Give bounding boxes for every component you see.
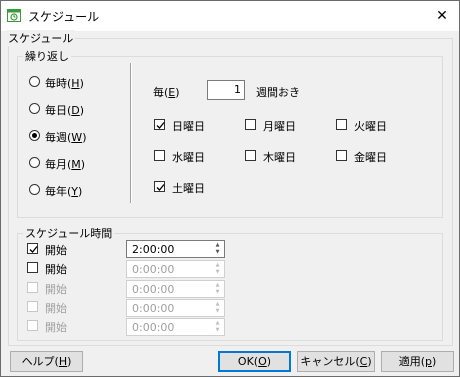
apply-button[interactable]: 適用(p) xyxy=(381,351,454,372)
start-checkbox-2[interactable] xyxy=(27,262,38,273)
calendar-icon xyxy=(7,8,21,22)
radio-hourly-label[interactable]: 毎時(H) xyxy=(45,75,84,91)
time-spinner-5: ▲ ▼ xyxy=(212,320,223,334)
start-checkbox-4 xyxy=(27,301,38,312)
time-spinner-1[interactable]: ▲ ▼ xyxy=(212,242,223,256)
label-thursday[interactable]: 木曜日 xyxy=(263,149,296,165)
checkbox-saturday[interactable] xyxy=(154,181,165,192)
label-saturday[interactable]: 土曜日 xyxy=(172,180,205,196)
help-button[interactable]: ヘルプ(H) xyxy=(10,351,83,372)
spin-down-icon: ▼ xyxy=(215,269,220,275)
title-bar: スケジュール ✕ xyxy=(1,1,459,31)
start-checkbox-3 xyxy=(27,282,38,293)
cancel-button[interactable]: キャンセル(C) xyxy=(297,351,375,372)
checkbox-monday[interactable] xyxy=(245,119,256,130)
time-spinner-2[interactable]: ▲ ▼ xyxy=(212,262,223,276)
spin-up-icon: ▲ xyxy=(215,242,220,248)
radio-weekly-label[interactable]: 毎週(W) xyxy=(45,129,86,145)
radio-yearly-label[interactable]: 毎年(Y) xyxy=(45,183,82,199)
repeat-group-label: 繰り返し xyxy=(23,48,71,64)
spin-down-icon: ▼ xyxy=(215,289,220,295)
spin-up-icon: ▲ xyxy=(215,262,220,268)
radio-yearly[interactable] xyxy=(29,184,40,195)
close-icon: ✕ xyxy=(436,8,448,24)
vertical-separator xyxy=(130,63,132,203)
radio-monthly-label[interactable]: 毎月(M) xyxy=(45,156,85,172)
radio-monthly[interactable] xyxy=(29,157,40,168)
schedule-dialog: スケジュール ✕ スケジュール 繰り返し 毎時(H) 毎日(D) 毎週(W) 毎… xyxy=(0,0,460,377)
spin-down-icon: ▼ xyxy=(215,249,220,255)
label-friday[interactable]: 金曜日 xyxy=(354,149,387,165)
start-label-2[interactable]: 開始 xyxy=(45,261,67,277)
time-input-1[interactable]: 2:00:00 ▲ ▼ xyxy=(126,240,225,258)
radio-daily[interactable] xyxy=(29,103,40,114)
start-checkbox-1[interactable] xyxy=(27,243,38,254)
ok-button[interactable]: OK(O) xyxy=(218,351,291,372)
checkbox-sunday[interactable] xyxy=(154,119,165,130)
time-group-label: スケジュール時間 xyxy=(23,225,115,241)
check-icon xyxy=(156,184,165,191)
window-title: スケジュール xyxy=(28,10,100,24)
spin-up-icon: ▲ xyxy=(215,282,220,288)
close-button[interactable]: ✕ xyxy=(431,5,453,27)
radio-hourly[interactable] xyxy=(29,76,40,87)
every-label: 毎(E) xyxy=(153,86,180,99)
time-spinner-3: ▲ ▼ xyxy=(212,282,223,296)
time-group xyxy=(17,233,443,341)
start-label-4: 開始 xyxy=(45,302,67,315)
label-monday[interactable]: 月曜日 xyxy=(263,118,296,134)
start-label-5: 開始 xyxy=(45,321,67,334)
checkbox-friday[interactable] xyxy=(336,150,347,161)
interval-input[interactable]: 1 xyxy=(207,80,245,100)
checkbox-thursday[interactable] xyxy=(245,150,256,161)
time-spinner-4: ▲ ▼ xyxy=(212,301,223,315)
label-tuesday[interactable]: 火曜日 xyxy=(354,118,387,134)
radio-weekly[interactable] xyxy=(29,130,40,141)
checkbox-tuesday[interactable] xyxy=(336,119,347,130)
spin-down-icon: ▼ xyxy=(215,327,220,333)
every-suffix: 週間おき xyxy=(256,86,300,99)
label-wednesday[interactable]: 水曜日 xyxy=(172,149,205,165)
spin-down-icon: ▼ xyxy=(215,308,220,314)
check-icon xyxy=(29,246,38,253)
label-sunday[interactable]: 日曜日 xyxy=(172,118,205,134)
spin-up-icon: ▲ xyxy=(215,320,220,326)
time-input-2[interactable]: 0:00:00 ▲ ▼ xyxy=(126,260,225,278)
start-label-3: 開始 xyxy=(45,283,67,296)
schedule-group-label: スケジュール xyxy=(6,30,76,46)
radio-daily-label[interactable]: 毎日(D) xyxy=(45,102,84,118)
start-checkbox-5 xyxy=(27,320,38,331)
time-input-3: 0:00:00 ▲ ▼ xyxy=(126,280,225,298)
checkbox-wednesday[interactable] xyxy=(154,150,165,161)
spin-up-icon: ▲ xyxy=(215,301,220,307)
check-icon xyxy=(156,122,165,129)
time-input-5: 0:00:00 ▲ ▼ xyxy=(126,318,225,336)
time-input-4: 0:00:00 ▲ ▼ xyxy=(126,299,225,317)
start-label-1[interactable]: 開始 xyxy=(45,242,67,258)
